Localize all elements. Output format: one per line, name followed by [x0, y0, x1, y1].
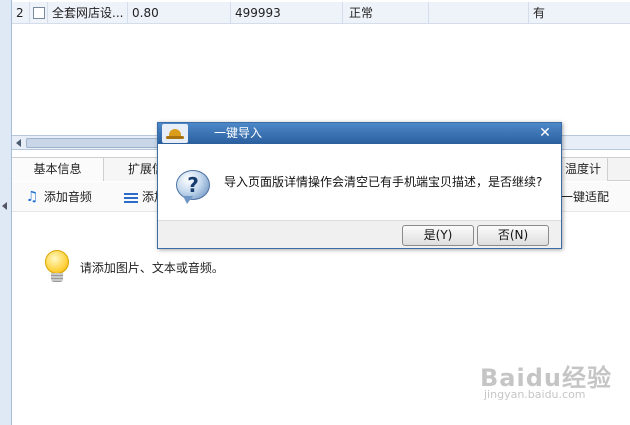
tab-basic-info[interactable]: 基本信息: [12, 158, 104, 181]
empty-hint: 请添加图片、文本或音频。: [44, 250, 224, 284]
hat-icon: [162, 124, 188, 143]
add-audio-label: 添加音频: [43, 190, 92, 204]
left-panel-splitter[interactable]: [0, 0, 12, 425]
product-table: 2 全套网店设... 0.80 499993 正常 有: [12, 0, 630, 135]
product-name-cell: 全套网店设...: [48, 2, 128, 24]
no-button[interactable]: 否(N): [477, 225, 549, 246]
dialog-title: 一键导入: [214, 126, 263, 140]
empty-hint-text: 请添加图片、文本或音频。: [79, 260, 224, 275]
tab-temperature[interactable]: 温度计: [558, 158, 608, 181]
scroll-left-arrow-icon[interactable]: [16, 139, 21, 147]
list-icon: [124, 192, 138, 204]
dialog-titlebar[interactable]: 一键导入 ✕: [158, 123, 561, 144]
quantity-cell: 499993: [231, 2, 343, 24]
collapse-arrow-icon[interactable]: [2, 202, 7, 210]
watermark-url: jingyan.baidu.com: [484, 388, 586, 401]
availability-cell: 有: [533, 6, 546, 20]
dialog-footer: 是(Y) 否(N): [158, 220, 561, 248]
checkbox-icon[interactable]: [33, 7, 45, 19]
status-cell: 正常: [343, 2, 429, 24]
price-cell: 0.80: [128, 2, 231, 24]
dialog-message: 导入页面版详情操作会清空已有手机端宝贝描述，是否继续?: [224, 175, 543, 189]
add-audio-button[interactable]: ♫ 添加音频: [24, 188, 92, 206]
yes-button[interactable]: 是(Y): [402, 225, 474, 246]
row-checkbox[interactable]: [30, 2, 48, 24]
row-index: 2: [12, 2, 30, 24]
table-row[interactable]: 2 全套网店设... 0.80 499993 正常 有: [12, 2, 630, 24]
lightbulb-icon: [44, 250, 70, 284]
watermark: Baidu经验 jingyan.baidu.com: [480, 358, 612, 401]
question-icon: ?: [176, 170, 210, 204]
import-confirm-dialog: 一键导入 ✕ ? 导入页面版详情操作会清空已有手机端宝贝描述，是否继续? 是(Y…: [157, 122, 562, 249]
close-icon[interactable]: ✕: [533, 125, 557, 142]
one-click-adapt-button[interactable]: 一键适配: [561, 188, 609, 206]
music-note-icon: ♫: [25, 189, 39, 205]
empty-cell: [429, 2, 529, 24]
dialog-body: ? 导入页面版详情操作会清空已有手机端宝贝描述，是否继续?: [158, 144, 561, 220]
